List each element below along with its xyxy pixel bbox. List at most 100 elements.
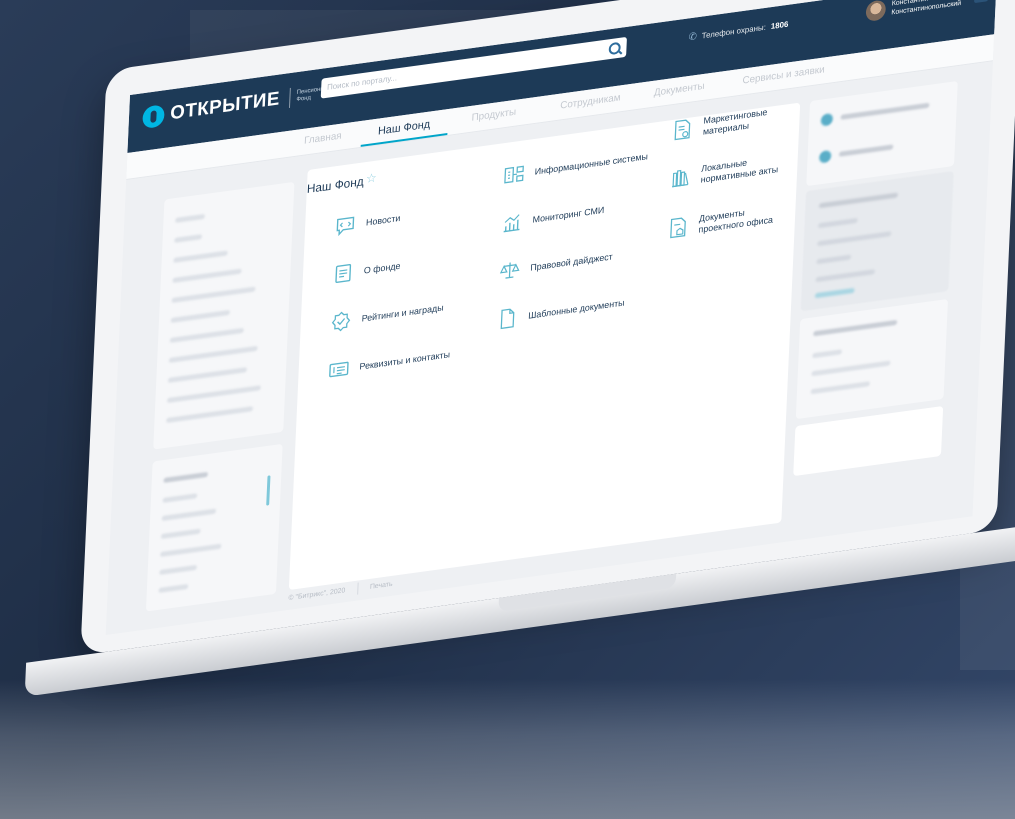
- blurred-line: [810, 381, 870, 395]
- blurred-line: [174, 234, 203, 243]
- blurred-line: [161, 508, 217, 521]
- blurred-line: [170, 309, 230, 323]
- search-placeholder: Поиск по порталу...: [326, 73, 398, 92]
- blurred-line: [813, 319, 898, 337]
- menu-item-regulations[interactable]: Локальные нормативные акты: [669, 152, 790, 190]
- menu-item-label: Шаблонные документы: [528, 297, 625, 321]
- blurred-line: [167, 367, 247, 383]
- tab-our-fund[interactable]: Наш Фонд: [378, 118, 431, 137]
- left-sidebar-secondary: [145, 443, 283, 612]
- blurred-line: [815, 269, 875, 283]
- blurred-line: [160, 543, 222, 557]
- left-sidebar: [153, 181, 295, 450]
- scrollbar[interactable]: [266, 475, 271, 506]
- page-title: Наш Фонд: [306, 174, 365, 197]
- user-menu-chevron-icon[interactable]: ▾: [974, 0, 989, 4]
- menu-item-label: Новости: [365, 212, 401, 228]
- blurred-line: [169, 327, 244, 343]
- menu-item-project-docs[interactable]: Документы проектного офиса: [667, 203, 778, 240]
- menu-item-label: Документы проектного офиса: [698, 207, 774, 235]
- blurred-line: [818, 192, 898, 209]
- menu-item-marketing[interactable]: Маркетинговые материалы: [671, 103, 800, 143]
- main-panel: Наш Фонд ☆ Новости О фонде Рейтинги и на: [288, 102, 801, 591]
- phone-number: 1806: [770, 19, 789, 32]
- phone-label: Телефон охраны:: [701, 22, 767, 41]
- logo-text: ОТКРЫТИЕ: [169, 88, 281, 125]
- menu-item-media-monitoring[interactable]: Мониторинг СМИ: [501, 199, 605, 235]
- regulations-icon: [669, 165, 692, 190]
- laptop: ОТКРЫТИЕ Пенсионный Фонд Поиск по портал…: [24, 0, 1015, 697]
- copyright-text: © "Битрикс", 2020: [288, 586, 346, 602]
- avatar[interactable]: [865, 0, 887, 23]
- blurred-line: [159, 564, 197, 575]
- user-profile[interactable]: Константин Константинопольский: [865, 0, 962, 23]
- tab-documents[interactable]: Документы: [654, 81, 705, 99]
- menu-item-about[interactable]: О фонде: [332, 255, 401, 286]
- blurred-line: [171, 286, 256, 303]
- legal-icon: [498, 258, 521, 283]
- tab-employees[interactable]: Сотрудникам: [560, 92, 621, 111]
- menu-item-label: Информационные системы: [534, 150, 649, 177]
- blurred-line: [160, 528, 201, 539]
- menu-item-info-systems[interactable]: Информационные системы: [503, 145, 649, 187]
- systems-icon: [503, 162, 526, 187]
- news-icon: [334, 213, 357, 238]
- project-docs-icon: [667, 215, 690, 240]
- right-sidebar-widget: [793, 405, 944, 477]
- right-sidebar-widget: [800, 170, 954, 312]
- blurred-avatar: [820, 112, 834, 127]
- tab-products[interactable]: Продукты: [471, 107, 516, 124]
- contacts-icon: [328, 357, 351, 382]
- menu-item-label: О фонде: [363, 260, 401, 276]
- blurred-line: [163, 471, 208, 483]
- blurred-line: [818, 217, 858, 229]
- blurred-line: [168, 345, 258, 363]
- blurred-line: [816, 254, 852, 265]
- menu-item-label: Правовой дайджест: [530, 250, 613, 273]
- blurred-line: [175, 213, 205, 223]
- favorite-star-icon[interactable]: ☆: [366, 170, 377, 185]
- menu-item-contacts[interactable]: Реквизиты и контакты: [328, 343, 451, 382]
- right-sidebar-widget: [795, 298, 949, 420]
- blurred-line: [811, 360, 891, 377]
- user-name: Константин Константинопольский: [891, 0, 961, 18]
- footer-divider: [356, 582, 359, 595]
- blurred-line: [812, 349, 842, 359]
- menu-item-label: Реквизиты и контакты: [359, 348, 451, 372]
- menu-item-template-docs[interactable]: Шаблонные документы: [496, 292, 625, 332]
- search-icon[interactable]: [608, 41, 621, 56]
- security-phone: ✆ Телефон охраны: 1806: [688, 19, 788, 44]
- blurred-line: [172, 268, 242, 283]
- right-sidebar: [806, 80, 958, 187]
- blurred-line: [162, 493, 198, 503]
- blurred-line: [158, 583, 189, 593]
- active-tab-indicator: [360, 132, 448, 147]
- tab-main[interactable]: Главная: [304, 131, 342, 147]
- background-floor: [0, 679, 1015, 819]
- menu-item-label: Маркетинговые материалы: [702, 107, 768, 137]
- blurred-line: [840, 102, 930, 120]
- menu-item-news[interactable]: Новости: [334, 207, 401, 238]
- monitoring-icon: [501, 210, 524, 235]
- about-icon: [332, 261, 355, 286]
- menu-item-label: Мониторинг СМИ: [532, 204, 605, 225]
- blurred-line: [166, 406, 254, 423]
- menu-item-label: Рейтинги и награды: [361, 301, 444, 324]
- blurred-line: [173, 250, 228, 263]
- menu-item-legal-digest[interactable]: Правовой дайджест: [498, 245, 613, 283]
- blurred-line: [817, 231, 892, 247]
- blurred-avatar: [819, 149, 832, 164]
- tab-services[interactable]: Сервисы и заявки: [742, 64, 825, 86]
- logo-mark-icon: [142, 104, 165, 130]
- phone-icon: ✆: [688, 31, 698, 44]
- template-doc-icon: [496, 306, 519, 331]
- menu-item-ratings[interactable]: Рейтинги и награды: [330, 296, 444, 334]
- award-icon: [330, 309, 353, 334]
- blurred-line: [838, 144, 894, 157]
- blurred-line: [814, 287, 855, 299]
- menu-item-label: Локальные нормативные акты: [700, 157, 779, 185]
- blurred-line: [167, 385, 261, 403]
- logo-divider: [289, 87, 292, 108]
- print-link[interactable]: Печать: [370, 580, 393, 590]
- marketing-icon: [671, 117, 694, 142]
